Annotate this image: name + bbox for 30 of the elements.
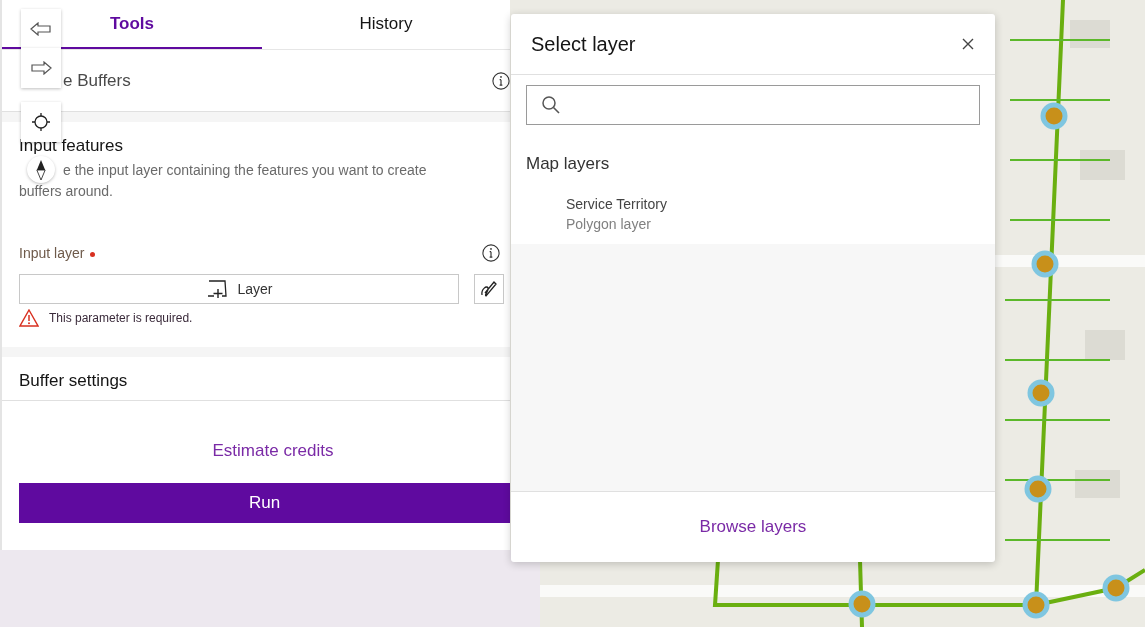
dialog-title: Select layer [531, 32, 636, 56]
forward-button[interactable] [21, 48, 61, 88]
estimate-credits-link[interactable]: Estimate credits [195, 441, 334, 461]
layer-button[interactable]: Layer [19, 274, 460, 304]
browse-layers-link[interactable]: Browse layers [693, 516, 813, 538]
back-button[interactable] [21, 9, 61, 48]
search-icon [541, 95, 561, 115]
run-button[interactable]: Run [19, 483, 510, 523]
search-field[interactable] [526, 85, 980, 125]
back-arrow-icon [30, 21, 52, 36]
group-heading: Map layers [526, 154, 611, 174]
forward-arrow-icon [30, 61, 52, 75]
section-heading: Input features [19, 136, 124, 156]
compass-icon [36, 158, 46, 181]
error-message: This parameter is required. [49, 311, 193, 325]
close-icon[interactable] [961, 37, 975, 51]
warning-icon [19, 309, 39, 327]
crosshair-icon [31, 112, 51, 132]
parameter-label: Input layer [19, 245, 96, 261]
layer-name[interactable]: Service Territory [566, 196, 980, 212]
add-layer-icon [205, 279, 228, 299]
section-description: e the input layer containing the features you want to create [63, 161, 428, 180]
section-heading: Buffer settings [19, 371, 129, 391]
layer-type: Polygon layer [566, 216, 652, 232]
tab[interactable]: History [262, 0, 510, 49]
tool-title: e Buffers [63, 70, 131, 91]
pencil-button[interactable] [474, 274, 504, 304]
info-icon[interactable] [482, 244, 500, 262]
section-description: buffers around. [19, 182, 114, 201]
info-icon[interactable] [492, 71, 510, 90]
